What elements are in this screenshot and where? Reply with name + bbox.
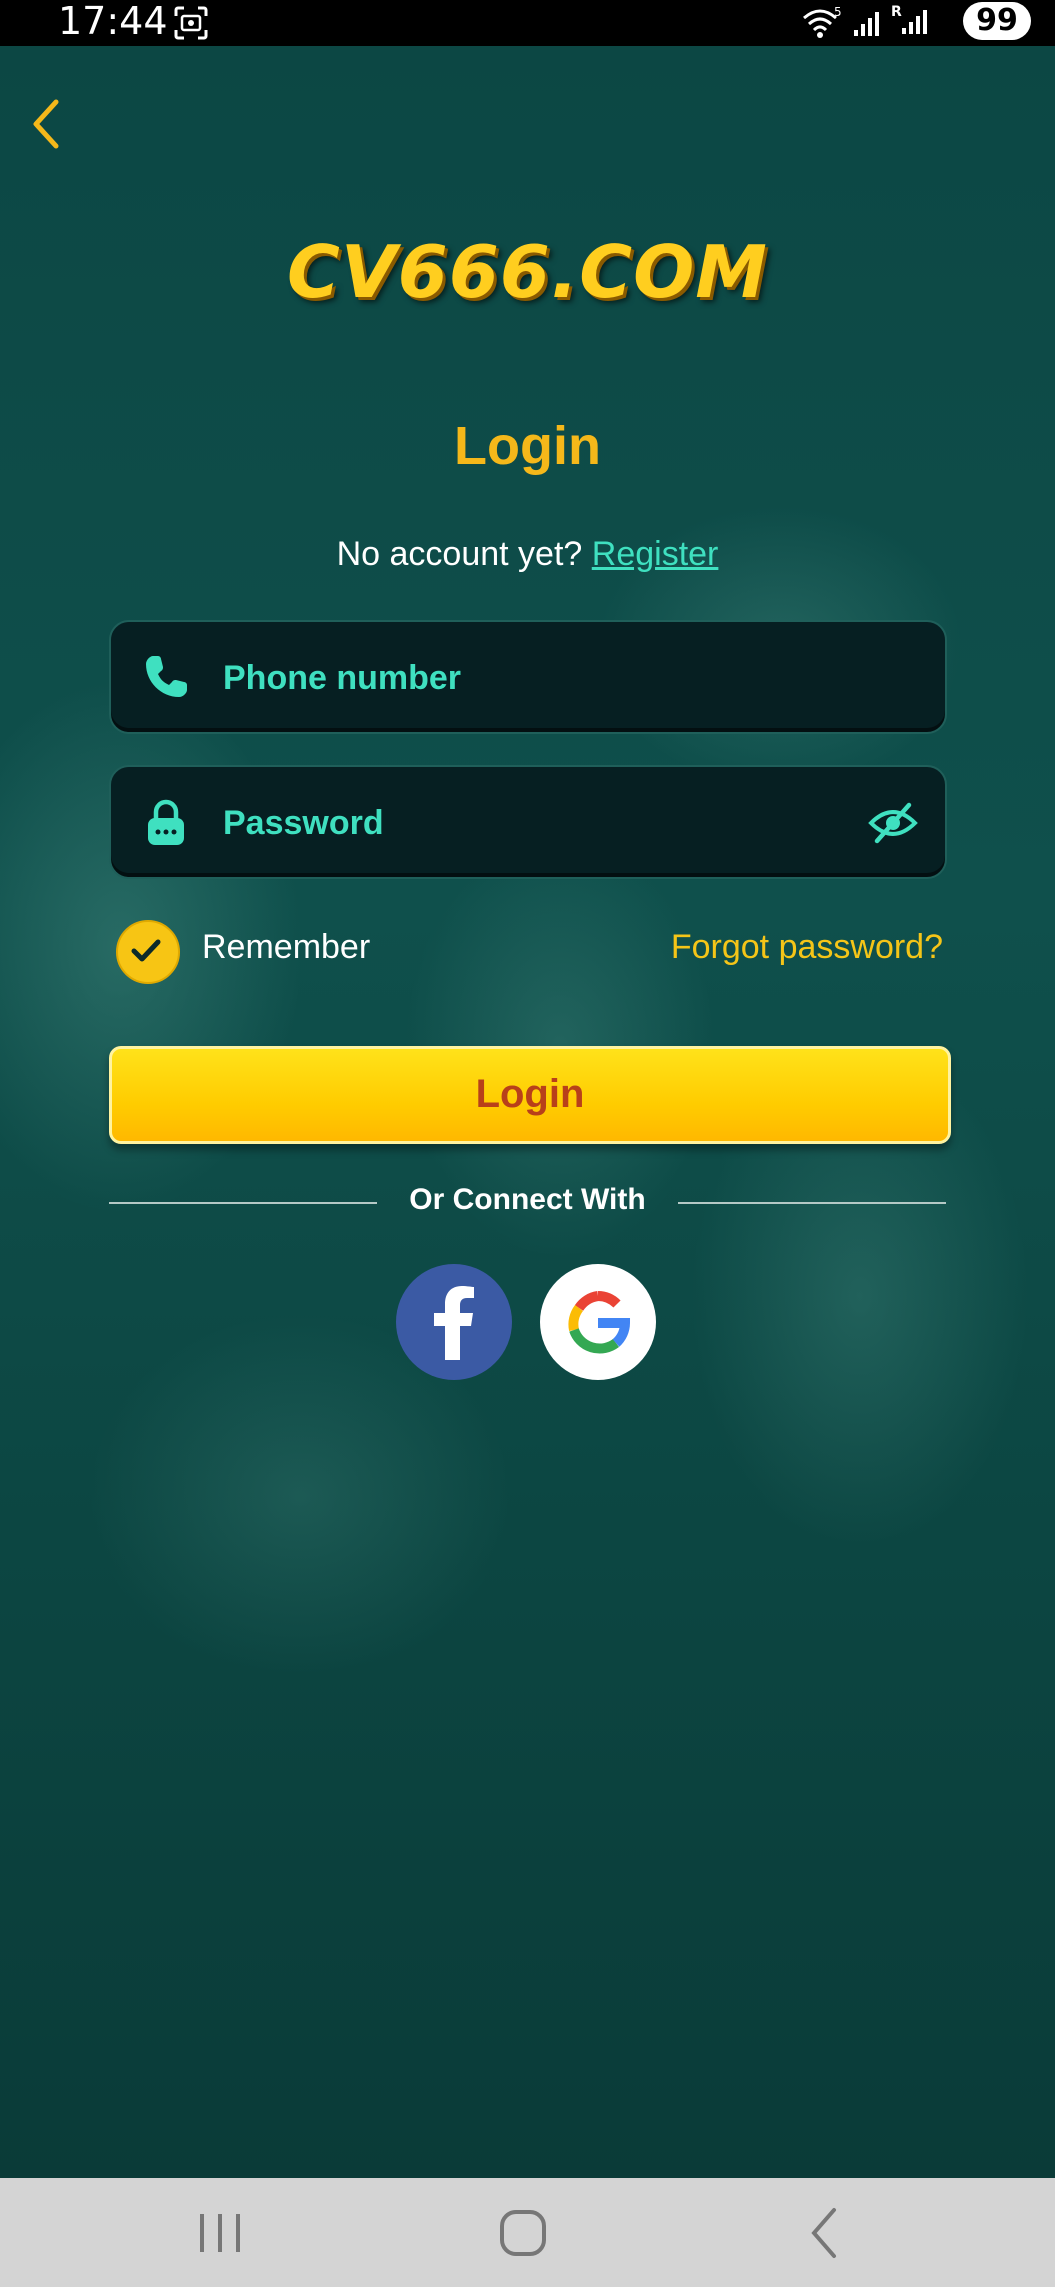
no-account-text: No account yet?	[336, 535, 583, 573]
lock-icon	[148, 799, 184, 845]
recent-apps-button[interactable]	[180, 2200, 260, 2266]
forgot-password-link[interactable]: Forgot password?	[671, 928, 943, 967]
back-button[interactable]	[26, 96, 66, 152]
facebook-icon	[434, 1286, 474, 1360]
password-input[interactable]	[221, 767, 825, 879]
wifi-label: 5	[834, 6, 842, 19]
battery-indicator: 99	[963, 2, 1031, 40]
register-link[interactable]: Register	[592, 535, 719, 573]
home-button[interactable]	[482, 2200, 562, 2266]
brand-logo: CV666.COM	[287, 230, 768, 314]
eye-hidden-icon[interactable]	[867, 797, 919, 849]
facebook-login-button[interactable]	[396, 1264, 512, 1380]
google-icon	[568, 1291, 631, 1354]
back-nav-button[interactable]	[786, 2200, 866, 2266]
page-title: Login	[454, 416, 601, 476]
google-login-button[interactable]	[540, 1264, 656, 1380]
system-navigation-bar	[0, 2178, 1055, 2287]
status-time: 17:44	[58, 0, 168, 43]
signal-icon	[854, 12, 879, 36]
phone-input[interactable]	[221, 622, 825, 734]
phone-icon	[146, 656, 187, 697]
remember-label: Remember	[202, 928, 371, 966]
register-prompt: No account yet? Register	[0, 535, 1055, 574]
status-bar: 17:44 5 R 99	[0, 0, 1055, 46]
screenshot-icon	[174, 6, 208, 40]
connect-with-label: Or Connect With	[409, 1183, 646, 1216]
password-field[interactable]	[109, 765, 947, 879]
wifi-icon: 5	[803, 6, 842, 38]
checkmark-icon	[131, 939, 161, 962]
remember-checkbox[interactable]	[116, 920, 180, 984]
phone-field[interactable]	[109, 620, 947, 734]
svg-text:R: R	[891, 4, 902, 20]
login-button[interactable]: Login	[109, 1046, 951, 1144]
signal-roaming-icon: R	[891, 4, 927, 34]
